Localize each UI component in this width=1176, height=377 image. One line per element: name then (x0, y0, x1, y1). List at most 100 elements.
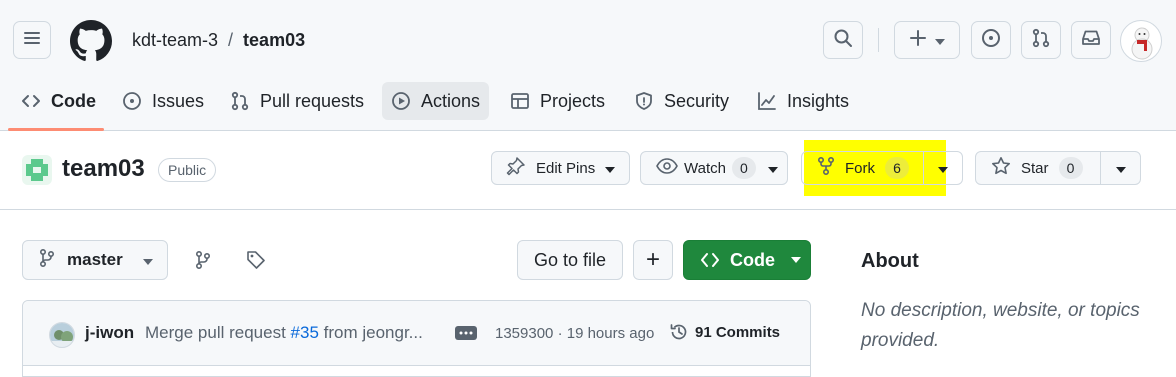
pr-link[interactable]: #35 (291, 323, 319, 342)
graph-icon (757, 91, 777, 111)
visibility-badge: Public (158, 158, 217, 182)
tab-label: Security (664, 90, 730, 111)
repo-name[interactable]: team03 (62, 155, 145, 183)
about-heading: About (861, 250, 919, 272)
commit-hash-time[interactable]: 1359300 · 19 hours ago (495, 325, 654, 342)
go-to-file-label: Go to file (533, 249, 607, 270)
repo-tabs: Code Issues Pull requests Actions Projec… (0, 82, 1176, 131)
table-icon (510, 91, 530, 111)
watch-counter: 0 (731, 157, 756, 179)
user-avatar[interactable] (1120, 20, 1162, 62)
pin-icon (506, 156, 526, 180)
triangle-down-icon (791, 257, 801, 263)
go-to-file-button[interactable]: Go to file (517, 240, 623, 280)
branch-name: master (67, 250, 123, 269)
tab-label: Code (51, 90, 96, 111)
breadcrumb-separator: / (228, 30, 234, 50)
star-button-group: Star 0 (975, 151, 1141, 185)
tab-code[interactable]: Code (12, 82, 105, 120)
tab-label: Insights (787, 90, 850, 111)
search-button[interactable] (823, 21, 863, 59)
star-dropdown-button[interactable] (1101, 160, 1140, 177)
global-header: kdt-team-3 / team03 Code Issues Pull req… (0, 0, 1176, 131)
eye-icon (656, 158, 678, 178)
plus-icon: + (645, 246, 660, 273)
tab-projects[interactable]: Projects (501, 82, 614, 120)
star-counter: 0 (1058, 157, 1083, 179)
latest-commit-bar: j-iwon Merge pull request #35 from jeong… (23, 301, 810, 366)
tab-insights[interactable]: Insights (748, 82, 858, 120)
tab-security[interactable]: Security (625, 82, 738, 120)
tab-label: Pull requests (260, 90, 365, 111)
triangle-down-icon (142, 250, 153, 270)
edit-pins-button[interactable]: Edit Pins (491, 151, 630, 185)
breadcrumb-repo[interactable]: team03 (243, 30, 305, 51)
star-button[interactable]: Star 0 (976, 152, 1101, 184)
triangle-down-icon (1115, 160, 1126, 177)
add-file-button[interactable]: + (633, 240, 673, 280)
hamburger-icon (23, 30, 41, 51)
pull-requests-button[interactable] (1021, 21, 1061, 59)
ellipsis-button[interactable] (455, 326, 477, 340)
branch-selector[interactable]: master (22, 240, 168, 280)
breadcrumb-owner[interactable]: kdt-team-3 (132, 30, 218, 51)
file-browser: j-iwon Merge pull request #35 from jeong… (22, 300, 811, 377)
kebab-horizontal-icon (458, 331, 474, 335)
tag-icon (246, 251, 266, 274)
tab-label: Actions (421, 90, 481, 111)
tags-link[interactable] (246, 250, 268, 272)
repo-forked-icon (817, 156, 835, 180)
commit-author[interactable]: j-iwon (85, 323, 134, 343)
fork-dropdown-button[interactable] (924, 160, 962, 177)
fork-label: Fork (845, 159, 875, 177)
git-pull-request-icon (230, 91, 250, 111)
watch-label: Watch (684, 159, 726, 177)
breadcrumb: kdt-team-3 / team03 (132, 30, 305, 51)
issue-opened-icon (122, 91, 142, 111)
fork-counter: 6 (885, 157, 909, 179)
play-icon (391, 91, 411, 111)
issue-opened-icon (981, 28, 1001, 53)
triangle-down-icon (605, 160, 616, 177)
tab-pull-requests[interactable]: Pull requests (221, 82, 373, 120)
star-icon (991, 156, 1011, 180)
fork-button-group: Fork 6 (801, 151, 963, 185)
header-divider (878, 28, 879, 52)
inbox-icon (1081, 28, 1101, 53)
commit-message-prefix: Merge pull request (145, 323, 291, 342)
plus-icon (909, 29, 927, 52)
menu-button[interactable] (13, 21, 51, 59)
code-dropdown-button[interactable]: Code (683, 240, 811, 280)
watch-button[interactable]: Watch 0 (640, 151, 788, 185)
shield-icon (634, 91, 654, 111)
github-logo-icon[interactable] (70, 20, 112, 62)
repo-identicon (22, 155, 52, 185)
author-avatar[interactable] (49, 322, 75, 348)
about-description: No description, website, or topics provi… (861, 300, 1140, 351)
branches-link[interactable] (193, 250, 215, 272)
tab-actions[interactable]: Actions (382, 82, 490, 120)
code-button-label: Code (730, 249, 775, 270)
code-icon (21, 91, 41, 111)
commits-count-label: 91 Commits (695, 323, 781, 341)
fork-button[interactable]: Fork 6 (802, 152, 924, 184)
git-branch-icon (193, 250, 213, 274)
tab-label: Projects (540, 90, 606, 111)
star-label: Star (1021, 159, 1049, 177)
triangle-down-icon (935, 30, 945, 50)
tab-issues[interactable]: Issues (113, 82, 213, 120)
edit-pins-label: Edit Pins (536, 159, 596, 177)
code-icon (700, 252, 720, 268)
top-bar: kdt-team-3 / team03 (0, 0, 1176, 82)
inbox-button[interactable] (1071, 21, 1111, 59)
git-branch-icon (39, 248, 55, 273)
issues-button[interactable] (971, 21, 1011, 59)
commit-message-suffix: from jeongr... (318, 323, 423, 342)
search-icon (833, 28, 853, 53)
create-new-button[interactable] (894, 21, 960, 59)
tab-label: Issues (152, 90, 205, 111)
triangle-down-icon (767, 160, 778, 177)
commit-message[interactable]: Merge pull request #35 from jeongr... (145, 323, 423, 343)
history-icon (669, 322, 689, 342)
commits-link[interactable]: 91 Commits (669, 322, 780, 342)
